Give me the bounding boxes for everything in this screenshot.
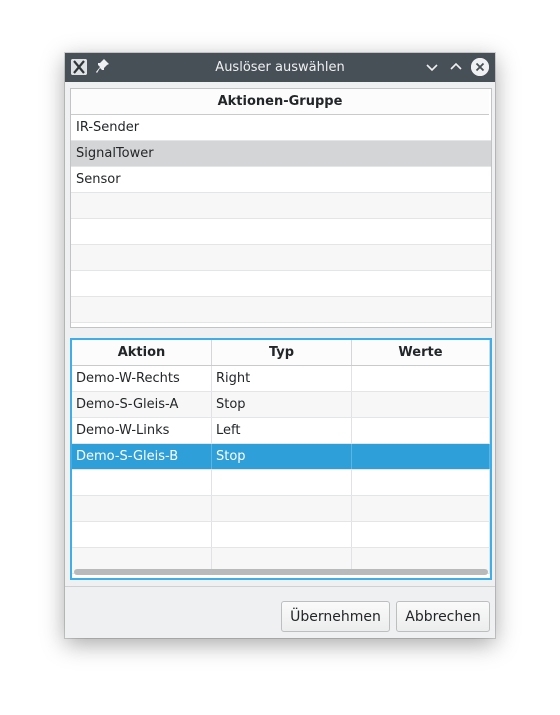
empty-cell bbox=[212, 496, 352, 521]
column-header-werte[interactable]: Werte bbox=[352, 340, 490, 365]
column-header-aktion[interactable]: Aktion bbox=[72, 340, 212, 365]
empty-row bbox=[71, 297, 491, 323]
maximize-chevron-up-icon[interactable] bbox=[447, 58, 465, 76]
horizontal-scrollbar[interactable] bbox=[74, 569, 488, 575]
empty-cell bbox=[212, 522, 352, 547]
action-group-table[interactable]: Aktionen-Gruppe IR-Sender SignalTower Se… bbox=[70, 88, 492, 328]
cell-typ: Left bbox=[212, 418, 352, 443]
table-row[interactable]: Demo-W-Links Left bbox=[72, 418, 490, 444]
cell-aktion: Demo-S-Gleis-B bbox=[72, 444, 212, 469]
cancel-button[interactable]: Abbrechen bbox=[396, 601, 490, 632]
table-row-selected[interactable]: SignalTower bbox=[71, 141, 491, 167]
pin-icon[interactable] bbox=[95, 58, 111, 76]
titlebar[interactable]: Auslöser auswählen bbox=[65, 53, 495, 82]
table-row[interactable]: Demo-W-Rechts Right bbox=[72, 366, 490, 392]
empty-row bbox=[72, 470, 490, 496]
empty-row bbox=[71, 219, 491, 245]
empty-cell bbox=[212, 470, 352, 495]
column-header-typ[interactable]: Typ bbox=[212, 340, 352, 365]
cell-typ: Stop bbox=[212, 392, 352, 417]
column-header-aktionen-gruppe[interactable]: Aktionen-Gruppe bbox=[71, 89, 489, 115]
table-header: Aktion Typ Werte bbox=[72, 340, 490, 366]
empty-cell bbox=[352, 522, 490, 547]
empty-cell bbox=[72, 522, 212, 547]
empty-row bbox=[72, 522, 490, 548]
empty-cell bbox=[352, 470, 490, 495]
minimize-chevron-down-icon[interactable] bbox=[423, 58, 441, 76]
table-row-selected[interactable]: Demo-S-Gleis-B Stop bbox=[72, 444, 490, 470]
cell-typ: Stop bbox=[212, 444, 352, 469]
empty-row bbox=[71, 245, 491, 271]
app-x-icon[interactable] bbox=[71, 59, 87, 75]
cell-aktion: Demo-W-Rechts bbox=[72, 366, 212, 391]
cell-werte bbox=[352, 444, 490, 469]
separator bbox=[65, 586, 495, 587]
row-label: Sensor bbox=[76, 172, 121, 187]
cell-werte bbox=[352, 392, 490, 417]
empty-row bbox=[72, 496, 490, 522]
row-label: IR-Sender bbox=[76, 120, 140, 135]
cell-aktion: Demo-S-Gleis-A bbox=[72, 392, 212, 417]
empty-cell bbox=[352, 496, 490, 521]
apply-button[interactable]: Übernehmen bbox=[281, 601, 390, 632]
table-row[interactable]: Demo-S-Gleis-A Stop bbox=[72, 392, 490, 418]
close-icon[interactable] bbox=[471, 58, 489, 76]
table-row[interactable]: IR-Sender bbox=[71, 115, 491, 141]
empty-cell bbox=[72, 496, 212, 521]
cell-werte bbox=[352, 418, 490, 443]
table-row[interactable]: Sensor bbox=[71, 167, 491, 193]
cell-aktion: Demo-W-Links bbox=[72, 418, 212, 443]
empty-row bbox=[71, 193, 491, 219]
empty-cell bbox=[72, 470, 212, 495]
dialog-window: Auslöser auswählen Aktionen-Gruppe IR-Se… bbox=[65, 53, 495, 638]
empty-row bbox=[71, 271, 491, 297]
cell-werte bbox=[352, 366, 490, 391]
row-label: SignalTower bbox=[76, 146, 154, 161]
action-table[interactable]: Aktion Typ Werte Demo-W-Rechts Right Dem… bbox=[70, 338, 492, 580]
cell-typ: Right bbox=[212, 366, 352, 391]
